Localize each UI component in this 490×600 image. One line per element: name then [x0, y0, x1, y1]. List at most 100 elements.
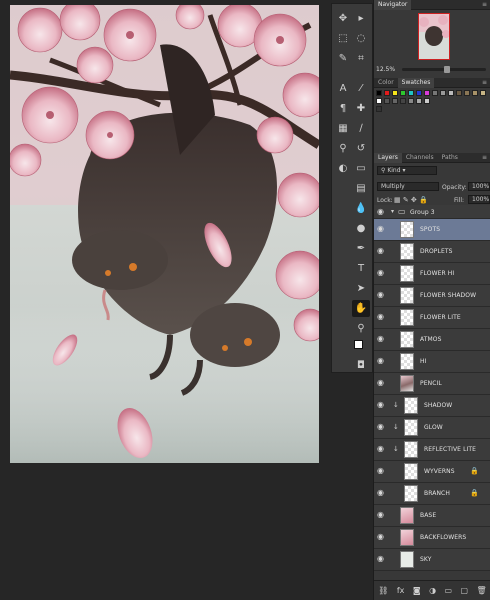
lasso-tool-icon[interactable]: ◌ — [352, 30, 370, 47]
new-group-icon[interactable]: ▭ — [445, 586, 453, 595]
tab-navigator[interactable]: Navigator — [374, 0, 412, 10]
adjust-icon[interactable]: ◐ — [334, 160, 352, 177]
layer-style-icon[interactable]: fx — [397, 586, 405, 595]
history-brush-icon[interactable]: ↺ — [352, 140, 370, 157]
swatch[interactable] — [416, 90, 422, 96]
layer-row-wyverns[interactable]: ◉ WYVERNS 🔒 — [374, 461, 490, 483]
healing-brush-icon[interactable]: ✚ — [352, 100, 370, 117]
lock-icons[interactable]: ▦ ✎ ✥ 🔒 — [394, 196, 428, 204]
path-select-icon[interactable]: ➤ — [352, 280, 370, 297]
brush-tool-icon[interactable]: ∕ — [352, 120, 370, 137]
clone-stamp-icon[interactable]: ⚲ — [334, 140, 352, 157]
swatch[interactable] — [400, 90, 406, 96]
layer-kind-filter[interactable]: ⚲ Kind ▾ — [377, 166, 437, 175]
layer-row-flower-lite[interactable]: ◉ FLOWER LITE — [374, 307, 490, 329]
link-layers-icon[interactable]: ⛓ — [378, 586, 388, 595]
tab-paths[interactable]: Paths — [438, 153, 462, 163]
swatch[interactable] — [464, 90, 470, 96]
type-layer-icon[interactable]: A — [334, 80, 352, 97]
swatch[interactable] — [424, 90, 430, 96]
swatch[interactable] — [376, 90, 382, 96]
visibility-eye-icon[interactable]: ◉ — [377, 247, 385, 255]
paragraph-icon[interactable]: ¶ — [334, 100, 352, 117]
new-layer-icon[interactable]: ▢ — [461, 586, 469, 595]
quick-select-icon[interactable]: ✎ — [334, 50, 352, 67]
panel-menu-icon[interactable]: ≡ — [482, 154, 487, 161]
visibility-eye-icon[interactable]: ◉ — [377, 357, 385, 365]
tab-color[interactable]: Color — [374, 78, 398, 88]
hand-tool-icon[interactable]: ✋ — [352, 300, 370, 317]
document-canvas[interactable] — [10, 5, 319, 463]
swatch[interactable] — [432, 90, 438, 96]
visibility-eye-icon[interactable]: ◉ — [377, 445, 385, 453]
layer-row-backflowers[interactable]: ◉ BACKFLOWERS — [374, 527, 490, 549]
visibility-eye-icon[interactable]: ◉ — [377, 379, 385, 387]
layer-row-reflective-lite[interactable]: ◉ ↓ REFLECTIVE LITE — [374, 439, 490, 461]
zoom-tool-icon[interactable]: ⚲ — [352, 320, 370, 337]
move-tool-arrow-icon[interactable]: ▸ — [352, 10, 370, 27]
swatch[interactable] — [448, 90, 454, 96]
zoom-slider-knob[interactable] — [444, 66, 450, 73]
dodge-tool-icon[interactable]: ● — [352, 220, 370, 237]
layer-row-hi[interactable]: ◉ HI — [374, 351, 490, 373]
visibility-eye-icon[interactable]: ◉ — [377, 401, 385, 409]
crop-tool-icon[interactable]: ⌗ — [352, 50, 370, 67]
visibility-eye-icon[interactable]: ◉ — [377, 291, 385, 299]
panel-menu-icon[interactable]: ≡ — [482, 79, 487, 86]
layer-row-flower-hi[interactable]: ◉ FLOWER HI — [374, 263, 490, 285]
visibility-eye-icon[interactable]: ◉ — [377, 208, 385, 216]
swatch[interactable] — [392, 98, 398, 104]
visibility-eye-icon[interactable]: ◉ — [377, 423, 385, 431]
marquee-tool-icon[interactable]: ⬚ — [334, 30, 352, 47]
swatches-grid[interactable] — [374, 88, 490, 126]
visibility-eye-icon[interactable]: ◉ — [377, 533, 385, 541]
zoom-level[interactable]: 12.5% — [376, 66, 395, 73]
swatch[interactable] — [408, 90, 414, 96]
swatch[interactable] — [392, 90, 398, 96]
visibility-eye-icon[interactable]: ◉ — [377, 335, 385, 343]
visibility-eye-icon[interactable]: ◉ — [377, 511, 385, 519]
visibility-eye-icon[interactable]: ◉ — [377, 467, 385, 475]
swatch[interactable] — [416, 98, 422, 104]
opacity-input[interactable]: 100% — [468, 182, 490, 191]
swatch[interactable] — [480, 90, 486, 96]
layer-row-group[interactable]: ◉ ▾ ▭ Group 3 — [374, 205, 490, 219]
type-tool-icon[interactable]: T — [352, 260, 370, 277]
delete-layer-icon[interactable]: 🗑 — [477, 586, 487, 595]
add-mask-icon[interactable]: ◙ — [413, 586, 421, 595]
layer-row-shadow[interactable]: ◉ ↓ SHADOW — [374, 395, 490, 417]
eyedropper-icon[interactable]: ⁄ — [352, 80, 370, 97]
swatch[interactable] — [376, 106, 382, 112]
layer-row-sky[interactable]: ◉ SKY — [374, 549, 490, 571]
swatch[interactable] — [440, 90, 446, 96]
pen-tool-icon[interactable]: ✒ — [352, 240, 370, 257]
swatch[interactable] — [456, 90, 462, 96]
panel-menu-icon[interactable]: ≡ — [482, 1, 487, 8]
visibility-eye-icon[interactable]: ◉ — [377, 313, 385, 321]
foreground-color-swatch[interactable] — [354, 340, 363, 349]
tab-layers[interactable]: Layers — [374, 153, 402, 163]
layer-row-glow[interactable]: ◉ ↓ GLOW — [374, 417, 490, 439]
adjustment-layer-icon[interactable]: ◑ — [429, 586, 436, 595]
chevron-down-icon[interactable]: ▾ — [391, 208, 394, 215]
tab-swatches[interactable]: Swatches — [397, 78, 435, 88]
swatch[interactable] — [376, 98, 382, 104]
visibility-eye-icon[interactable]: ◉ — [377, 269, 385, 277]
swatch[interactable] — [472, 90, 478, 96]
swatch[interactable] — [400, 98, 406, 104]
tab-channels[interactable]: Channels — [402, 153, 438, 163]
swatch[interactable] — [384, 98, 390, 104]
fill-input[interactable]: 100% — [468, 195, 490, 204]
layer-row-droplets[interactable]: ◉ DROPLETS — [374, 241, 490, 263]
layer-row-base[interactable]: ◉ BASE — [374, 505, 490, 527]
swatch[interactable] — [408, 98, 414, 104]
quick-mask-icon[interactable]: ◘ — [352, 357, 370, 374]
navigator-thumbnail[interactable] — [418, 13, 450, 60]
eraser-tool-icon[interactable]: ▭ — [352, 160, 370, 177]
layer-row-flower-shadow[interactable]: ◉ FLOWER SHADOW — [374, 285, 490, 307]
gradient-tool-icon[interactable]: ▤ — [352, 180, 370, 197]
swatch[interactable] — [424, 98, 430, 104]
blur-tool-icon[interactable]: 💧 — [352, 200, 370, 217]
swatch[interactable] — [384, 90, 390, 96]
layer-row-branch[interactable]: ◉ BRANCH 🔒 — [374, 483, 490, 505]
